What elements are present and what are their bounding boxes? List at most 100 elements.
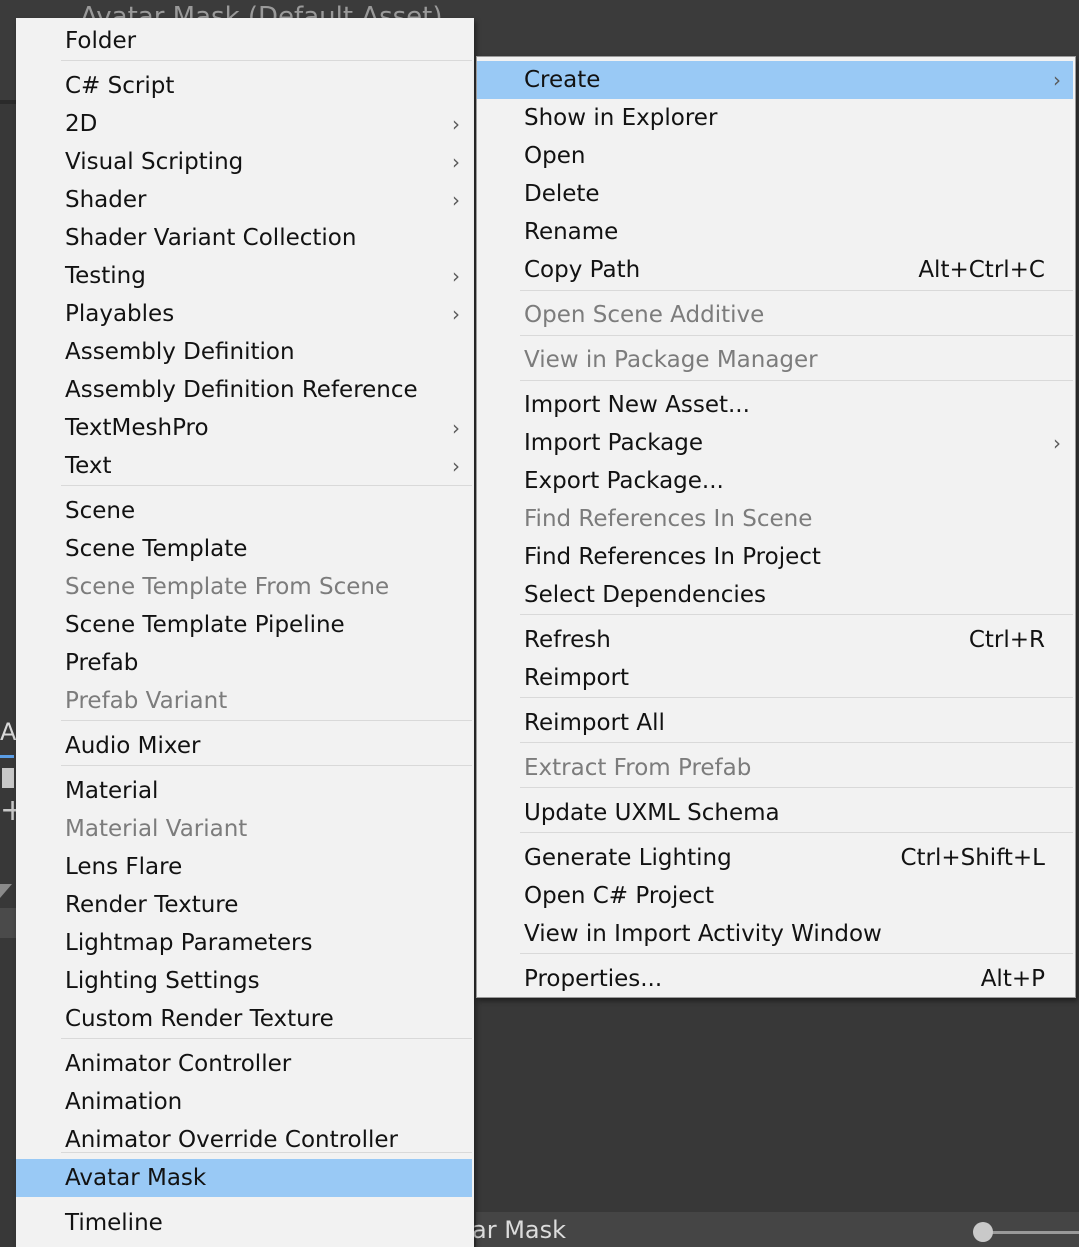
- menu-item-label: Open: [524, 143, 586, 169]
- menu-item-label: C# Script: [65, 73, 175, 99]
- menu-item-label: Assembly Definition Reference: [65, 377, 418, 403]
- zoom-slider-track[interactable]: [990, 1231, 1079, 1234]
- menu-item-custom-render-texture[interactable]: Custom Render Texture: [16, 1000, 472, 1038]
- menu-separator: [520, 290, 1073, 291]
- chevron-right-icon: ›: [452, 264, 460, 288]
- menu-item-scene-template-pipeline[interactable]: Scene Template Pipeline: [16, 606, 472, 644]
- menu-item-label: Update UXML Schema: [524, 800, 780, 826]
- menu-item-shader-variant-collection[interactable]: Shader Variant Collection: [16, 219, 472, 257]
- menu-item-find-references-in-project[interactable]: Find References In Project: [477, 538, 1073, 576]
- chevron-right-icon: ›: [452, 150, 460, 174]
- menu-separator: [61, 1038, 472, 1039]
- menu-item-label: Scene: [65, 498, 136, 524]
- menu-item-visual-scripting[interactable]: Visual Scripting ›: [16, 143, 472, 181]
- menu-item-label: Scene Template: [65, 536, 248, 562]
- foldout-arrow-icon[interactable]: [0, 884, 12, 898]
- menu-item-playables[interactable]: Playables ›: [16, 295, 472, 333]
- menu-item-scene[interactable]: Scene: [16, 492, 472, 530]
- menu-separator: [520, 742, 1073, 743]
- menu-item-reimport[interactable]: Reimport: [477, 659, 1073, 697]
- chevron-right-icon: ›: [1053, 68, 1061, 92]
- menu-item-testing[interactable]: Testing ›: [16, 257, 472, 295]
- menu-item-label: Assembly Definition: [65, 339, 295, 365]
- menu-item-lens-flare[interactable]: Lens Flare: [16, 848, 472, 886]
- menu-item-view-in-package-manager: View in Package Manager: [477, 341, 1073, 379]
- menu-item-label: View in Package Manager: [524, 347, 818, 373]
- menu-item-prefab-variant: Prefab Variant: [16, 682, 472, 720]
- menu-item-rename[interactable]: Rename: [477, 213, 1073, 251]
- menu-item-label: Delete: [524, 181, 600, 207]
- menu-item-timeline[interactable]: Timeline: [16, 1204, 472, 1242]
- menu-item-text[interactable]: Text ›: [16, 447, 472, 485]
- menu-item-open-c-project[interactable]: Open C# Project: [477, 877, 1073, 915]
- menu-separator: [520, 614, 1073, 615]
- menu-item-label: Text: [65, 453, 112, 479]
- menu-item-prefab[interactable]: Prefab: [16, 644, 472, 682]
- menu-item-view-in-import-activity-window[interactable]: View in Import Activity Window: [477, 915, 1073, 953]
- menu-separator: [520, 953, 1073, 954]
- side-panel-letter: A: [0, 718, 17, 746]
- menu-item-animator-controller[interactable]: Animator Controller: [16, 1045, 472, 1083]
- menu-item-import-new-asset[interactable]: Import New Asset...: [477, 386, 1073, 424]
- menu-item-render-texture[interactable]: Render Texture: [16, 886, 472, 924]
- menu-item-label: Shader Variant Collection: [65, 225, 357, 251]
- menu-item-label: Export Package...: [524, 468, 724, 494]
- menu-item-find-references-in-scene: Find References In Scene: [477, 500, 1073, 538]
- menu-item-c-script[interactable]: C# Script: [16, 67, 472, 105]
- menu-item-folder[interactable]: Folder: [16, 22, 472, 60]
- menu-item-reimport-all[interactable]: Reimport All: [477, 704, 1073, 742]
- menu-item-properties[interactable]: Properties... Alt+P: [477, 960, 1073, 998]
- menu-separator: [61, 765, 472, 766]
- menu-item-label: Custom Render Texture: [65, 1006, 334, 1032]
- menu-item-label: TextMeshPro: [65, 415, 209, 441]
- chevron-right-icon: ›: [1053, 431, 1061, 455]
- menu-item-label: Animator Controller: [65, 1051, 292, 1077]
- menu-item-label: Animator Override Controller: [65, 1127, 399, 1153]
- menu-item-import-package[interactable]: Import Package ›: [477, 424, 1073, 462]
- menu-item-open[interactable]: Open: [477, 137, 1073, 175]
- menu-item-shader[interactable]: Shader ›: [16, 181, 472, 219]
- menu-separator: [61, 60, 472, 61]
- menu-item-label: Timeline: [65, 1210, 163, 1236]
- menu-item-create[interactable]: Create ›: [477, 61, 1073, 99]
- menu-item-delete[interactable]: Delete: [477, 175, 1073, 213]
- menu-item-select-dependencies[interactable]: Select Dependencies: [477, 576, 1073, 614]
- menu-item-label: Open C# Project: [524, 883, 715, 909]
- menu-item-avatar-mask[interactable]: Avatar Mask: [16, 1159, 472, 1197]
- menu-item-label: Render Texture: [65, 892, 239, 918]
- menu-item-textmeshpro[interactable]: TextMeshPro ›: [16, 409, 472, 447]
- menu-item-animator-override-controller[interactable]: Animator Override Controller: [16, 1121, 472, 1159]
- menu-item-update-uxml-schema[interactable]: Update UXML Schema: [477, 794, 1073, 832]
- menu-item-label: Generate Lighting: [524, 845, 732, 871]
- menu-item-label: Scene Template Pipeline: [65, 612, 345, 638]
- menu-item-material[interactable]: Material: [16, 772, 472, 810]
- menu-item-copy-path[interactable]: Copy Path Alt+Ctrl+C: [477, 251, 1073, 289]
- menu-item-export-package[interactable]: Export Package...: [477, 462, 1073, 500]
- zoom-slider-handle[interactable]: [973, 1222, 993, 1242]
- menu-item-lighting-settings[interactable]: Lighting Settings: [16, 962, 472, 1000]
- menu-item-animation[interactable]: Animation: [16, 1083, 472, 1121]
- menu-item-label: Reimport All: [524, 710, 665, 736]
- selected-row[interactable]: [0, 908, 16, 938]
- menu-item-material-variant: Material Variant: [16, 810, 472, 848]
- menu-item-label: Lens Flare: [65, 854, 183, 880]
- menu-item-label: Show in Explorer: [524, 105, 718, 131]
- menu-item-generate-lighting[interactable]: Generate Lighting Ctrl+Shift+L: [477, 839, 1073, 877]
- menu-item-label: Import Package: [524, 430, 703, 456]
- menu-item-lightmap-parameters[interactable]: Lightmap Parameters: [16, 924, 472, 962]
- menu-item-refresh[interactable]: Refresh Ctrl+R: [477, 621, 1073, 659]
- menu-separator: [520, 380, 1073, 381]
- menu-item-assembly-definition-reference[interactable]: Assembly Definition Reference: [16, 371, 472, 409]
- menu-item-scene-template-from-scene: Scene Template From Scene: [16, 568, 472, 606]
- menu-item-label: Properties...: [524, 966, 663, 992]
- menu-item-label: Find References In Project: [524, 544, 821, 570]
- menu-item-show-in-explorer[interactable]: Show in Explorer: [477, 99, 1073, 137]
- chevron-right-icon: ›: [452, 188, 460, 212]
- menu-item-2d[interactable]: 2D ›: [16, 105, 472, 143]
- menu-item-audio-mixer[interactable]: Audio Mixer: [16, 727, 472, 765]
- menu-item-assembly-definition[interactable]: Assembly Definition: [16, 333, 472, 371]
- menu-item-label: Prefab: [65, 650, 139, 676]
- menu-item-label: Testing: [65, 263, 146, 289]
- menu-item-scene-template[interactable]: Scene Template: [16, 530, 472, 568]
- menu-separator: [520, 335, 1073, 336]
